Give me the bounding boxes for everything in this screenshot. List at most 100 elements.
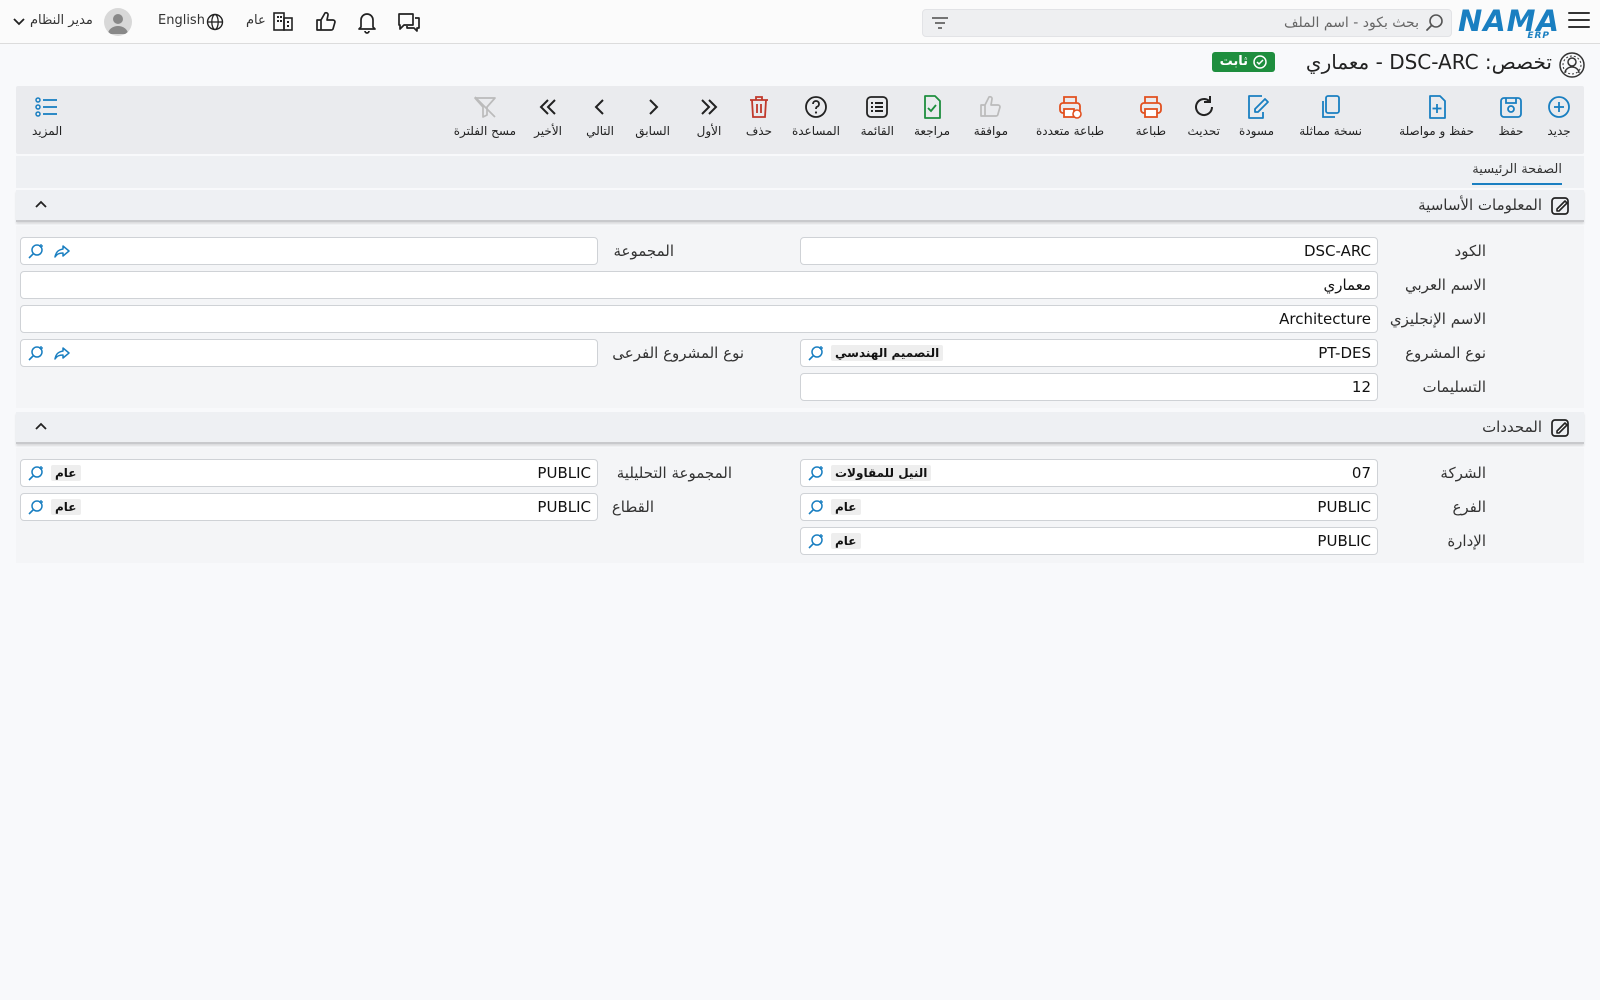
basic-info-header[interactable]: المعلومات الأساسية	[16, 190, 1584, 222]
save-button[interactable]: حفظ	[1498, 94, 1524, 138]
project-type-name: التصميم الهندسي	[831, 345, 944, 361]
branch-field[interactable]: PUBLIC عام	[800, 493, 1378, 521]
analytic-group-field[interactable]: PUBLIC عام	[20, 459, 598, 487]
new-button[interactable]: جديد	[1546, 94, 1572, 138]
globe-icon[interactable]	[206, 13, 224, 31]
english-name-field[interactable]: Architecture	[20, 305, 1378, 333]
specialization-icon	[1559, 52, 1585, 78]
refresh-icon	[1194, 96, 1213, 116]
search-plus-icon[interactable]	[807, 465, 825, 483]
filter-icon[interactable]	[931, 16, 949, 30]
department-field[interactable]: PUBLIC عام	[800, 527, 1378, 555]
edit-icon	[1551, 419, 1569, 437]
sub-project-type-field[interactable]	[20, 339, 598, 367]
status-badge: ثابت	[1211, 52, 1275, 72]
search-plus-icon[interactable]	[27, 465, 45, 483]
company-name: النيل للمقاولات	[831, 465, 932, 481]
bell-icon[interactable]	[355, 10, 379, 34]
list-button[interactable]: القائمة	[861, 94, 894, 138]
dimensions-header[interactable]: المحددات	[16, 412, 1584, 444]
last-button[interactable]: الأخير	[534, 94, 562, 138]
analytic-group-label: المجموعة التحليلية	[616, 464, 732, 482]
search-plus-icon[interactable]	[27, 243, 45, 261]
clear-filter-icon	[474, 96, 496, 118]
arabic-name-field[interactable]: معماري	[20, 271, 1378, 299]
file-check-icon	[924, 95, 941, 119]
first-button[interactable]: الأول	[696, 94, 722, 138]
language-toggle[interactable]: English	[158, 13, 205, 28]
group-label: المجموعة	[613, 242, 674, 260]
search-plus-icon[interactable]	[807, 533, 825, 551]
next-button[interactable]: التالي	[586, 94, 614, 138]
thumbs-up-icon	[980, 95, 1001, 117]
chevron-up-icon[interactable]	[34, 198, 48, 210]
search-plus-icon[interactable]	[27, 499, 45, 517]
tab-main[interactable]: الصفحة الرئيسية	[1472, 162, 1562, 185]
search-plus-icon[interactable]	[807, 345, 825, 363]
branch-label: الفرع	[1452, 498, 1486, 516]
action-toolbar: جديد حفظ حفظ و مواصلة نسخة مماثلة مسودة …	[16, 86, 1584, 154]
user-avatar-icon	[108, 14, 128, 34]
more-button[interactable]: المزيد	[32, 94, 62, 138]
clear-filter-button[interactable]: مسح الفلترة	[454, 94, 516, 138]
code-field[interactable]: DSC-ARC	[800, 237, 1378, 265]
department-label: الإدارة	[1447, 532, 1486, 550]
print-button[interactable]: طباعة	[1136, 94, 1166, 138]
share-icon[interactable]	[53, 243, 71, 261]
group-field[interactable]	[20, 237, 598, 265]
approve-button[interactable]: موافقة	[974, 94, 1008, 138]
sector-field[interactable]: PUBLIC عام	[20, 493, 598, 521]
branch-name: عام	[831, 499, 861, 515]
refresh-button[interactable]: تحديث	[1187, 94, 1220, 138]
deliverables-label: التسليمات	[1422, 378, 1486, 396]
arabic-name-label: الاسم العربي	[1405, 276, 1486, 294]
avatar[interactable]	[104, 8, 132, 36]
list-menu-icon	[35, 97, 58, 117]
previous-button[interactable]: السابق	[635, 94, 670, 138]
printer-icon	[1139, 96, 1162, 118]
trash-icon	[749, 96, 768, 118]
chevron-left-icon	[594, 99, 604, 115]
company-label: الشركة	[1440, 464, 1486, 482]
chevron-down-icon[interactable]	[12, 17, 26, 27]
edit-icon	[1551, 197, 1569, 215]
tab-bar: الصفحة الرئيسية	[16, 156, 1584, 188]
analytic-group-name: عام	[51, 465, 81, 481]
multi-print-button[interactable]: طباعة متعددة	[1036, 94, 1104, 138]
duplicate-button[interactable]: نسخة مماثلة	[1299, 94, 1362, 138]
chat-icon[interactable]	[396, 10, 422, 34]
file-plus-icon	[1428, 95, 1446, 119]
help-icon	[805, 96, 827, 118]
review-button[interactable]: مراجعة	[914, 94, 950, 138]
search-input[interactable]: بحث بكود - اسم الملف	[922, 9, 1452, 37]
double-chevron-right-icon	[701, 99, 718, 115]
search-plus-icon[interactable]	[807, 499, 825, 517]
search-plus-icon[interactable]	[27, 345, 45, 363]
project-type-field[interactable]: PT-DES التصميم الهندسي	[800, 339, 1378, 367]
edit-file-icon	[1247, 95, 1269, 119]
thumbs-up-icon[interactable]	[314, 10, 338, 34]
check-circle-icon	[1253, 54, 1267, 69]
save-continue-button[interactable]: حفظ و مواصلة	[1399, 94, 1474, 138]
basic-info-title: المعلومات الأساسية	[1418, 196, 1542, 214]
plus-circle-icon	[1548, 96, 1570, 118]
app-logo[interactable]: NAMA ERP	[1458, 4, 1560, 41]
deliverables-field[interactable]: 12	[800, 373, 1378, 401]
chevron-up-icon[interactable]	[34, 420, 48, 432]
building-icon[interactable]	[272, 10, 294, 32]
project-type-label: نوع المشروع	[1405, 344, 1486, 362]
user-menu[interactable]: مدير النظام	[30, 13, 93, 28]
copy-icon	[1321, 95, 1340, 118]
help-button[interactable]: المساعدة	[792, 94, 840, 138]
menu-icon[interactable]	[1568, 12, 1590, 30]
company-field[interactable]: 07 النيل للمقاولات	[800, 459, 1378, 487]
branch-selector[interactable]: عام	[246, 13, 266, 28]
sector-name: عام	[51, 499, 81, 515]
delete-button[interactable]: حذف	[746, 94, 772, 138]
share-icon[interactable]	[53, 345, 71, 363]
draft-button[interactable]: مسودة	[1239, 94, 1274, 138]
chevron-right-icon	[648, 99, 659, 115]
multi-printer-icon	[1059, 96, 1082, 119]
top-bar: NAMA ERP بحث بكود - اسم الملف عام English…	[0, 0, 1600, 44]
list-icon	[866, 96, 889, 118]
